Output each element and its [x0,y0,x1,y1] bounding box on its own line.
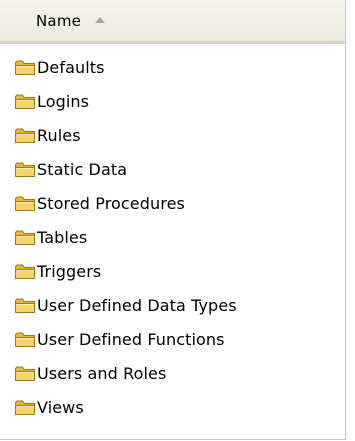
list-item-defaults[interactable]: Defaults [0,50,345,84]
folder-icon [14,365,36,382]
list-item-label: Stored Procedures [37,193,185,213]
column-header-name[interactable]: Name [0,0,344,41]
list-item-views[interactable]: Views [0,390,345,424]
folder-icon [14,331,36,348]
list-item-rules[interactable]: Rules [0,118,345,152]
column-header-name-label: Name [36,11,82,30]
list-item-label: Rules [37,125,81,145]
list-item-label: Users and Roles [37,363,167,383]
folder-icon [14,127,36,144]
list-item-tables[interactable]: Tables [0,220,345,254]
list-item-users-and-roles[interactable]: Users and Roles [0,356,345,390]
folder-icon [14,161,36,178]
folder-list-view: Name Defaults Logins Rules Static Data S… [0,0,346,440]
folder-icon [14,399,36,416]
list-item-static-data[interactable]: Static Data [0,152,345,186]
folder-icon [14,59,36,76]
folder-icon [14,263,36,280]
folder-icon [14,195,36,212]
list-item-label: User Defined Functions [37,329,225,349]
list-item-label: Triggers [37,261,102,281]
list-item-label: Static Data [37,159,128,179]
folder-icon [14,229,36,246]
sort-ascending-icon [95,16,106,23]
list-item-label: Defaults [37,57,105,77]
list-header: Name [0,0,345,44]
list-item-triggers[interactable]: Triggers [0,254,345,288]
list-item-stored-procedures[interactable]: Stored Procedures [0,186,345,220]
folder-icon [14,297,36,314]
folder-list: Defaults Logins Rules Static Data Stored… [0,50,345,424]
list-item-label: Logins [37,91,90,111]
list-item-label: Views [37,397,84,417]
list-item-user-defined-functions[interactable]: User Defined Functions [0,322,345,356]
list-item-label: User Defined Data Types [37,295,237,315]
list-item-user-defined-data-types[interactable]: User Defined Data Types [0,288,345,322]
list-item-label: Tables [37,227,88,247]
folder-icon [14,93,36,110]
list-item-logins[interactable]: Logins [0,84,345,118]
